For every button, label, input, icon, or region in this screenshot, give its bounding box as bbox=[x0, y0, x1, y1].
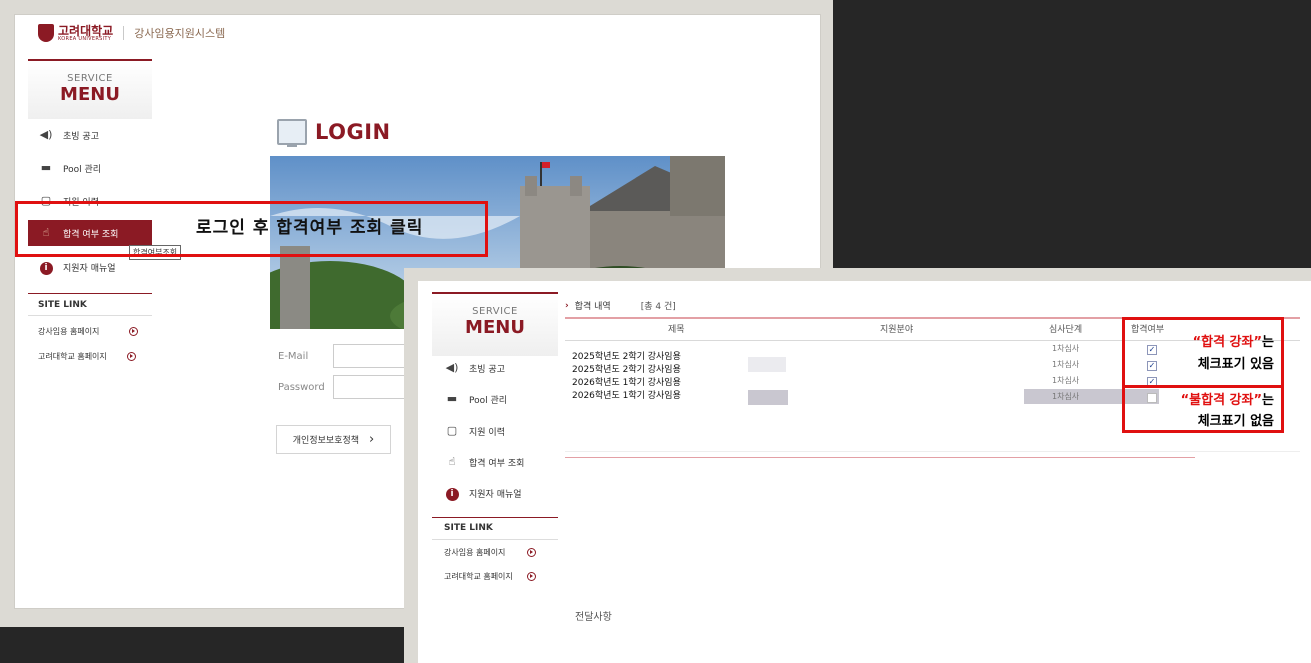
sidebar-item-manual[interactable]: i 지원자 매뉴얼 bbox=[444, 486, 522, 501]
monitor-icon: ▬ bbox=[40, 161, 52, 174]
menu-label: MENU bbox=[60, 84, 120, 105]
arrow-bullet-icon bbox=[526, 572, 536, 581]
privacy-policy-button[interactable]: 개인정보보호정책 › bbox=[276, 425, 391, 454]
info-icon: i bbox=[444, 486, 460, 501]
logo-english-text: KOREA UNIVERSITY bbox=[58, 35, 112, 42]
password-input[interactable] bbox=[333, 375, 413, 399]
sidebar-item-recruitment[interactable]: ◀) 초빙 공고 bbox=[444, 361, 505, 375]
result-callout-divider bbox=[1122, 385, 1284, 388]
monitor-icon: ▬ bbox=[446, 392, 458, 405]
sidebar-item-pool[interactable]: ▬ Pool 관리 bbox=[38, 161, 101, 175]
site-link-divider bbox=[28, 293, 152, 294]
result-section-title: › 합격 내역 [총 4 건] bbox=[565, 300, 676, 313]
table-row[interactable]: 2025학년도 2학기 강사임용 bbox=[572, 362, 681, 375]
site-link-university[interactable]: 고려대학교 홈페이지 bbox=[444, 571, 536, 582]
table-row[interactable]: 2026학년도 1학기 강사임용 bbox=[572, 375, 681, 388]
table-row[interactable]: 2026학년도 1학기 강사임용 bbox=[572, 388, 681, 401]
service-label: SERVICE bbox=[67, 73, 113, 84]
computer-icon bbox=[277, 119, 307, 147]
notice-label: 전달사항 bbox=[575, 612, 612, 623]
pass-callout-line2: 체크표기 있음 bbox=[1197, 357, 1274, 372]
arrow-bullet-icon bbox=[527, 548, 537, 557]
sidebar-item-recruitment[interactable]: ◀) 초빙 공고 bbox=[38, 128, 99, 142]
sidebar-item-label: 초빙 공고 bbox=[63, 131, 99, 142]
university-logo[interactable]: 고려대학교 KOREA UNIVERSITY 강사임용지원시스템 bbox=[38, 21, 225, 45]
login-heading: LOGIN bbox=[277, 119, 391, 147]
arrow-bullet-icon bbox=[129, 327, 139, 336]
table-bottom-border bbox=[565, 457, 1195, 458]
password-label: Password bbox=[278, 382, 325, 393]
fail-callout-line1: “불합격 강좌”는 bbox=[1180, 393, 1274, 408]
speaker-icon: ◀) bbox=[39, 128, 53, 141]
sidebar-item-pool[interactable]: ▬ Pool 관리 bbox=[444, 392, 507, 406]
pass-callout-line1: “합격 강좌”는 bbox=[1192, 335, 1274, 350]
table-row[interactable]: 2025학년도 2학기 강사임용 bbox=[572, 349, 681, 362]
service-menu-header: SERVICE MENU bbox=[28, 59, 152, 119]
result-count: [총 4 건] bbox=[640, 302, 676, 312]
email-input[interactable] bbox=[333, 344, 413, 368]
clipboard-icon: ▢ bbox=[446, 424, 458, 437]
stage-cell: 1차심사 bbox=[1052, 376, 1080, 385]
info-icon: i bbox=[38, 260, 54, 275]
site-link-university[interactable]: 고려대학교 홈페이지 bbox=[38, 351, 136, 362]
email-label: E-Mail bbox=[278, 351, 309, 362]
fail-callout-line2: 체크표기 없음 bbox=[1197, 414, 1274, 429]
column-header-field: 지원분야 bbox=[880, 325, 914, 335]
login-callout-text: 로그인 후 합격여부 조회 클릭 bbox=[196, 218, 424, 238]
column-header-title: 제목 bbox=[668, 325, 685, 335]
sidebar-item-manual[interactable]: i 지원자 매뉴얼 bbox=[38, 260, 116, 275]
logo-divider bbox=[123, 26, 125, 40]
site-link-title: SITE LINK bbox=[38, 300, 87, 310]
hand-pointer-icon: ☝ bbox=[448, 455, 456, 468]
stage-cell: 1차심사 bbox=[1052, 392, 1080, 401]
service-menu-header: SERVICE MENU bbox=[432, 292, 558, 356]
site-link-lecturer[interactable]: 강사임용 홈페이지 bbox=[444, 547, 537, 558]
column-header-stage: 심사단계 bbox=[1049, 325, 1083, 335]
sidebar-item-label: Pool 관리 bbox=[63, 164, 102, 175]
sidebar-item-result-inquiry[interactable]: ☝ 합격 여부 조회 bbox=[444, 455, 525, 469]
arrow-bullet-icon bbox=[126, 352, 136, 361]
system-name: 강사임용지원시스템 bbox=[134, 27, 226, 40]
stage-cell: 1차심사 bbox=[1052, 344, 1080, 353]
site-link-title: SITE LINK bbox=[444, 523, 493, 533]
speaker-icon: ◀) bbox=[445, 361, 459, 374]
logo-korean-text: 고려대학교 bbox=[58, 23, 114, 38]
shield-icon bbox=[38, 24, 54, 42]
stage-cell: 1차심사 bbox=[1052, 360, 1080, 369]
chevron-right-icon: › bbox=[369, 432, 375, 447]
sidebar-item-label: 지원자 매뉴얼 bbox=[63, 263, 116, 274]
chevron-right-icon: › bbox=[565, 300, 569, 311]
site-link-lecturer[interactable]: 강사임용 홈페이지 bbox=[38, 326, 139, 337]
login-title: LOGIN bbox=[315, 120, 391, 144]
sidebar-item-history[interactable]: ▢ 지원 이력 bbox=[444, 424, 505, 438]
dark-background-bottom bbox=[0, 627, 420, 663]
